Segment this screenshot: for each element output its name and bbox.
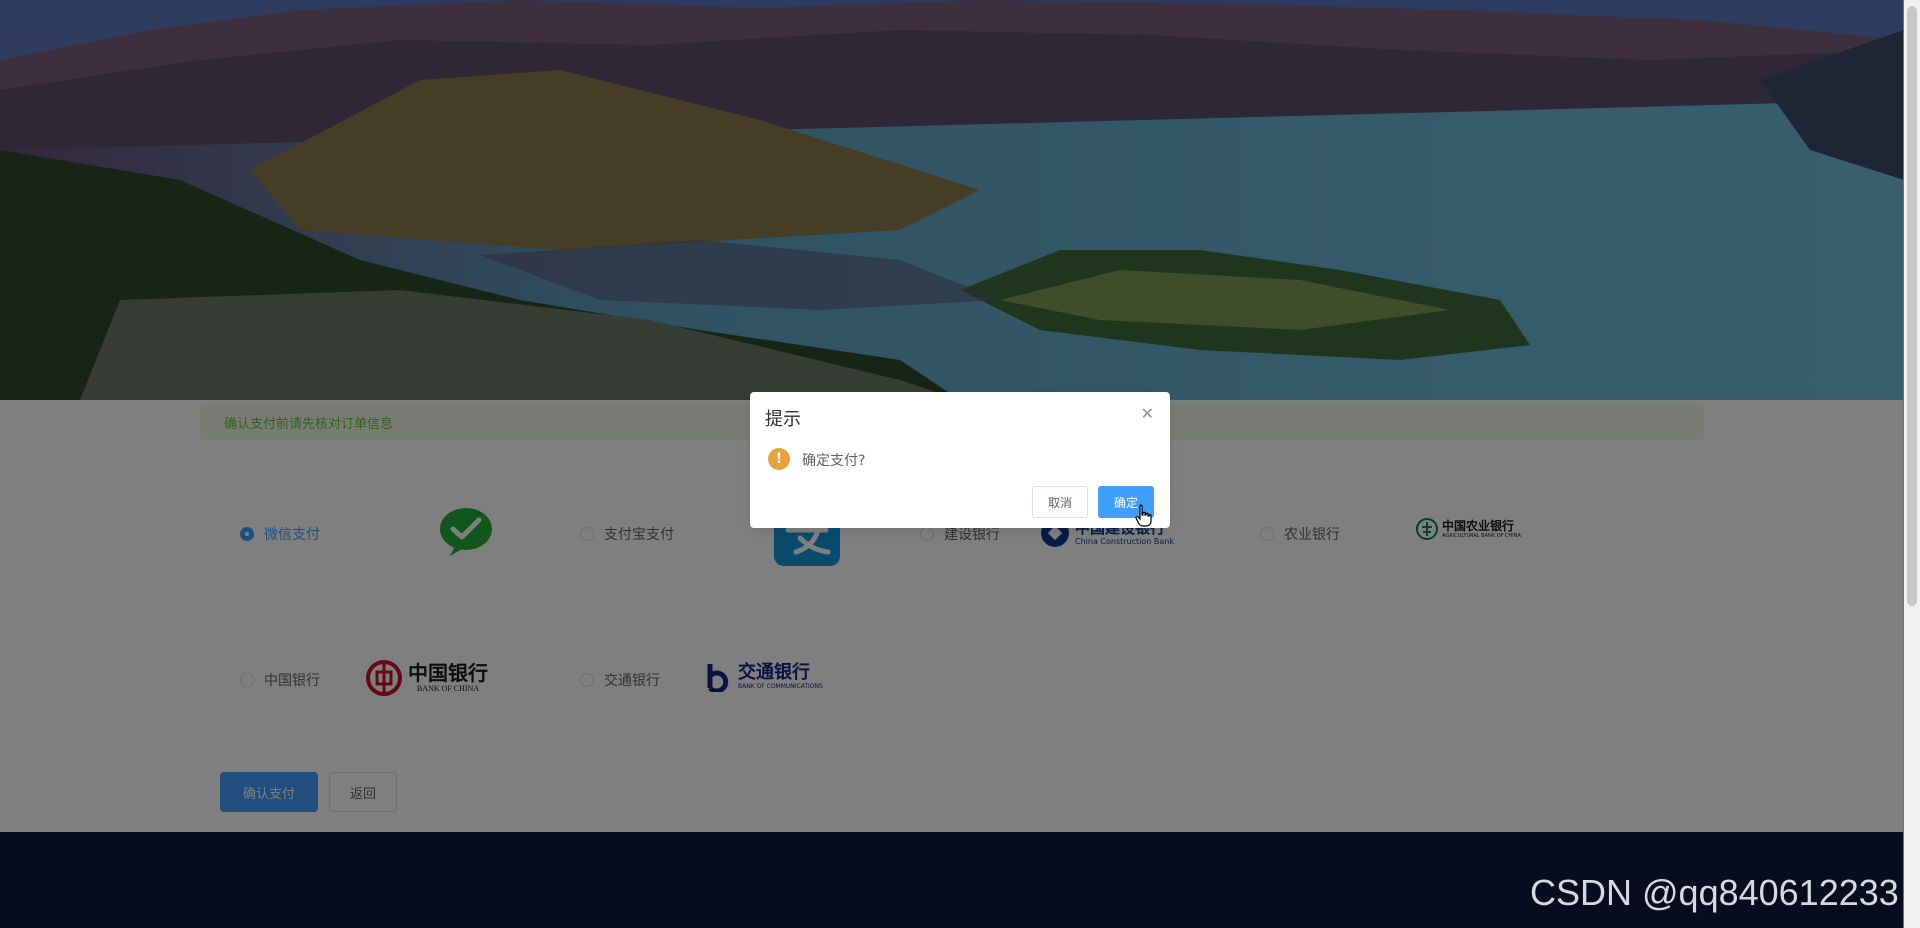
hand-cursor-icon — [1135, 504, 1152, 527]
page-scrollbar[interactable] — [1903, 0, 1920, 928]
close-icon[interactable]: ✕ — [1141, 404, 1154, 423]
dialog-message: 确定支付? — [802, 453, 866, 469]
warning-icon: ! — [768, 448, 790, 470]
scrollbar-thumb[interactable] — [1907, 6, 1917, 606]
watermark-text: CSDN @qq840612233 — [1530, 872, 1899, 913]
dialog-title: 提示 — [765, 409, 801, 430]
confirm-dialog: 提示 ✕ ! 确定支付? 取消 确定 — [750, 392, 1170, 528]
dialog-cancel-button[interactable]: 取消 — [1032, 486, 1088, 518]
